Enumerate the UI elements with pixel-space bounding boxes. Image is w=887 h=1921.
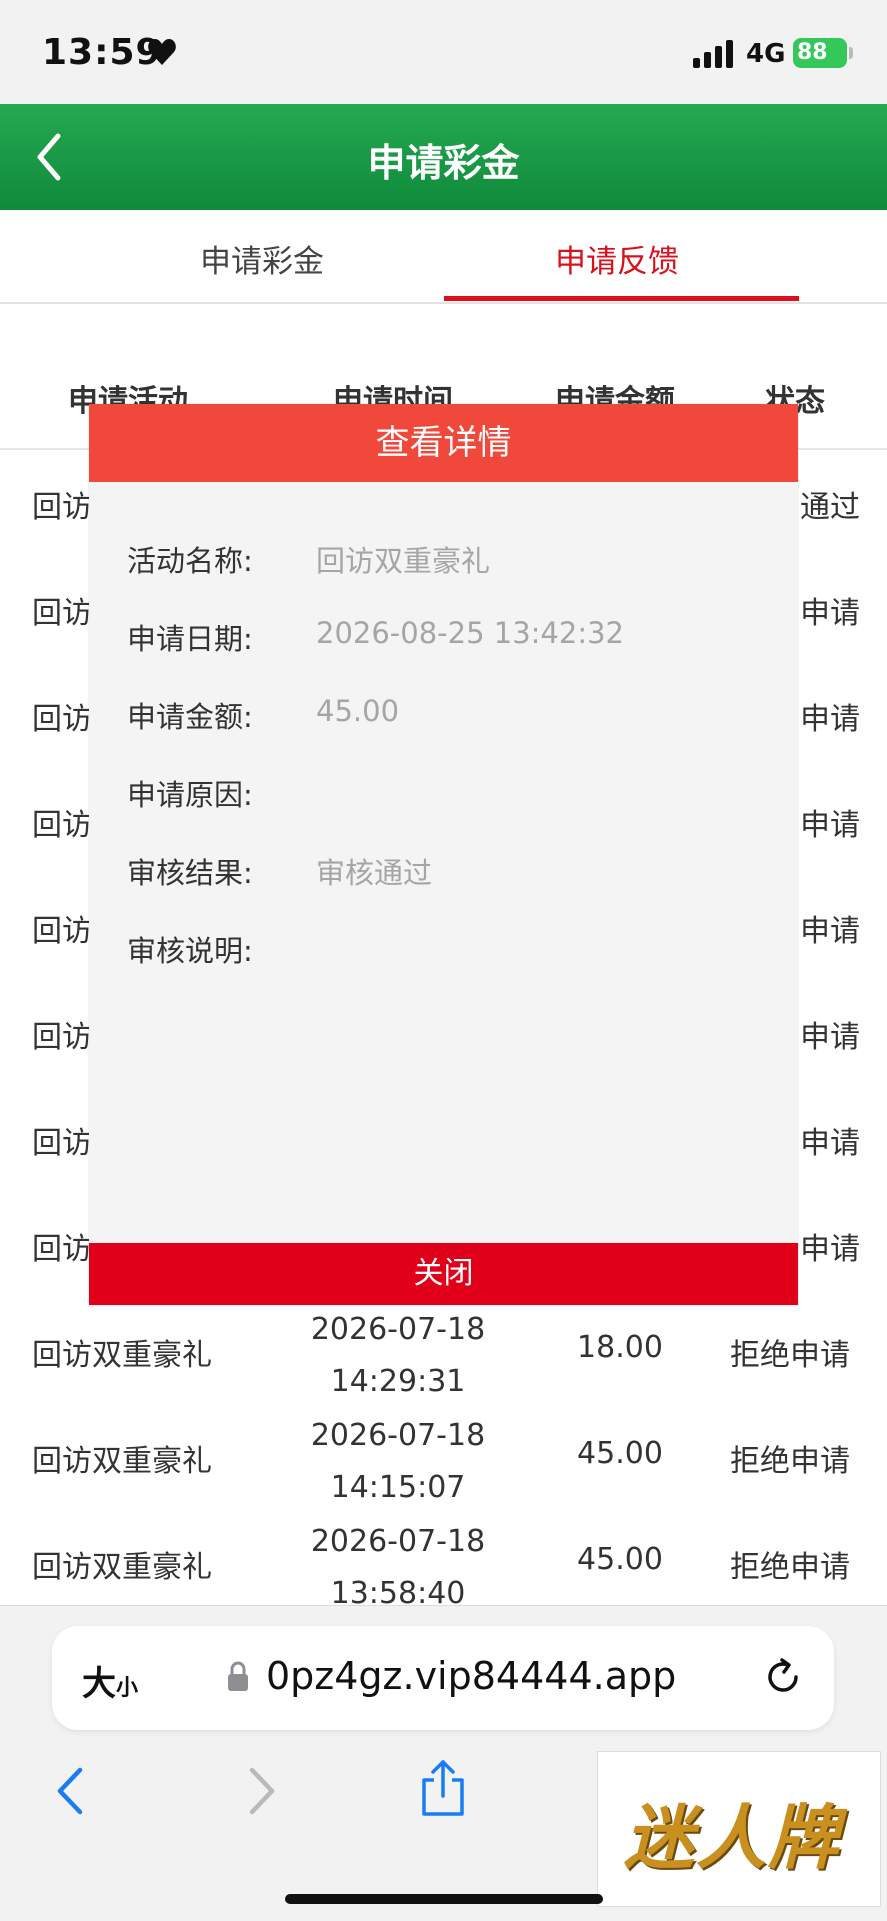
cell-status: 申请 xyxy=(800,596,860,631)
cell-time-date: 2026-07-18 xyxy=(310,1418,486,1453)
cell-status: 申请 xyxy=(800,702,860,737)
cell-status: 申请 xyxy=(800,808,860,843)
cell-amount: 45.00 xyxy=(577,1542,663,1577)
tab-bar: 申请彩金 申请反馈 xyxy=(0,210,887,304)
cell-status: 拒绝申请 xyxy=(730,1338,850,1373)
cell-status: 申请 xyxy=(800,1020,860,1055)
detail-label-apply-amount: 申请金额: xyxy=(127,700,253,734)
detail-modal: 查看详情 活动名称: 回访双重豪礼 申请日期: 2026-08-25 13:42… xyxy=(89,404,798,1306)
modal-title: 查看详情 xyxy=(89,404,798,482)
cell-activity: 回访 xyxy=(32,914,92,949)
text-size-big: 大 xyxy=(82,1664,116,1704)
watermark-logo: 迷人牌 xyxy=(597,1751,881,1907)
signal-icon xyxy=(693,40,733,68)
cell-time-clock: 14:15:07 xyxy=(330,1470,466,1505)
detail-label-review-result: 审核结果: xyxy=(127,856,253,890)
cell-time-clock: 14:29:31 xyxy=(330,1364,466,1399)
browser-toolbar: 大小 0pz4gz.vip84444.app 迷人牌 xyxy=(0,1605,887,1921)
cell-activity: 回访 xyxy=(32,808,92,843)
cell-status: 通过 xyxy=(800,490,860,525)
status-time: 13:59 xyxy=(42,32,162,73)
browser-back-icon[interactable] xyxy=(52,1766,88,1816)
detail-value-activity-name: 回访双重豪礼 xyxy=(316,544,491,578)
text-size-button[interactable]: 大小 xyxy=(82,1656,138,1705)
detail-label-activity-name: 活动名称: xyxy=(127,544,253,578)
table-row[interactable]: 回访双重豪礼 2026-07-18 14:29:31 18.00 拒绝申请 xyxy=(0,1296,887,1402)
cell-activity: 回访 xyxy=(32,596,92,631)
cell-status: 拒绝申请 xyxy=(730,1550,850,1585)
url-text[interactable]: 0pz4gz.vip84444.app xyxy=(266,1654,676,1698)
cell-status: 申请 xyxy=(800,1126,860,1161)
cell-activity: 回访 xyxy=(32,1232,92,1267)
cell-activity: 回访 xyxy=(32,1126,92,1161)
cell-activity: 回访 xyxy=(32,1020,92,1055)
lock-icon xyxy=(228,1661,248,1691)
cell-activity: 回访双重豪礼 xyxy=(32,1338,212,1373)
cell-activity: 回访 xyxy=(32,702,92,737)
network-type: 4G xyxy=(746,39,786,69)
cell-amount: 45.00 xyxy=(577,1436,663,1471)
battery-icon: 88 xyxy=(793,38,847,68)
detail-label-apply-reason: 申请原因: xyxy=(127,778,253,812)
home-indicator xyxy=(285,1894,603,1904)
page-title: 申请彩金 xyxy=(367,141,520,185)
status-bar: 13:59 4G 88 xyxy=(0,0,887,104)
app-header: 申请彩金 xyxy=(0,104,887,210)
heart-icon xyxy=(148,39,176,65)
cell-time: 2026-07-18 14:29:31 xyxy=(290,1304,506,1408)
cell-time-date: 2026-07-18 xyxy=(310,1312,486,1347)
cell-status: 申请 xyxy=(800,1232,860,1267)
cell-activity: 回访 xyxy=(32,490,92,525)
close-button[interactable]: 关闭 xyxy=(89,1243,798,1305)
tab-apply-bonus[interactable]: 申请彩金 xyxy=(200,236,324,281)
watermark-text: 迷人牌 xyxy=(624,1797,840,1879)
address-bar[interactable]: 大小 0pz4gz.vip84444.app xyxy=(52,1626,834,1730)
text-size-small: 小 xyxy=(116,1676,139,1701)
reload-icon[interactable] xyxy=(762,1656,804,1698)
detail-label-review-note: 审核说明: xyxy=(127,934,253,968)
tab-apply-feedback[interactable]: 申请反馈 xyxy=(555,236,679,281)
battery-tip xyxy=(849,47,853,59)
cell-amount: 18.00 xyxy=(577,1330,663,1365)
detail-value-apply-amount: 45.00 xyxy=(316,694,400,728)
detail-value-review-result: 审核通过 xyxy=(316,856,433,890)
cell-time-date: 2026-07-18 xyxy=(310,1524,486,1559)
cell-activity: 回访双重豪礼 xyxy=(32,1444,212,1479)
table-row[interactable]: 回访双重豪礼 2026-07-18 13:58:40 45.00 拒绝申请 xyxy=(0,1508,887,1614)
table-row[interactable]: 回访双重豪礼 2026-07-18 14:15:07 45.00 拒绝申请 xyxy=(0,1402,887,1508)
cell-activity: 回访双重豪礼 xyxy=(32,1550,212,1585)
detail-value-apply-date: 2026-08-25 13:42:32 xyxy=(316,616,624,650)
cell-status: 拒绝申请 xyxy=(730,1444,850,1479)
cell-time: 2026-07-18 14:15:07 xyxy=(290,1410,506,1514)
cell-status: 申请 xyxy=(800,914,860,949)
share-icon[interactable] xyxy=(418,1758,468,1818)
browser-forward-icon[interactable] xyxy=(244,1766,280,1816)
detail-label-apply-date: 申请日期: xyxy=(127,622,253,656)
